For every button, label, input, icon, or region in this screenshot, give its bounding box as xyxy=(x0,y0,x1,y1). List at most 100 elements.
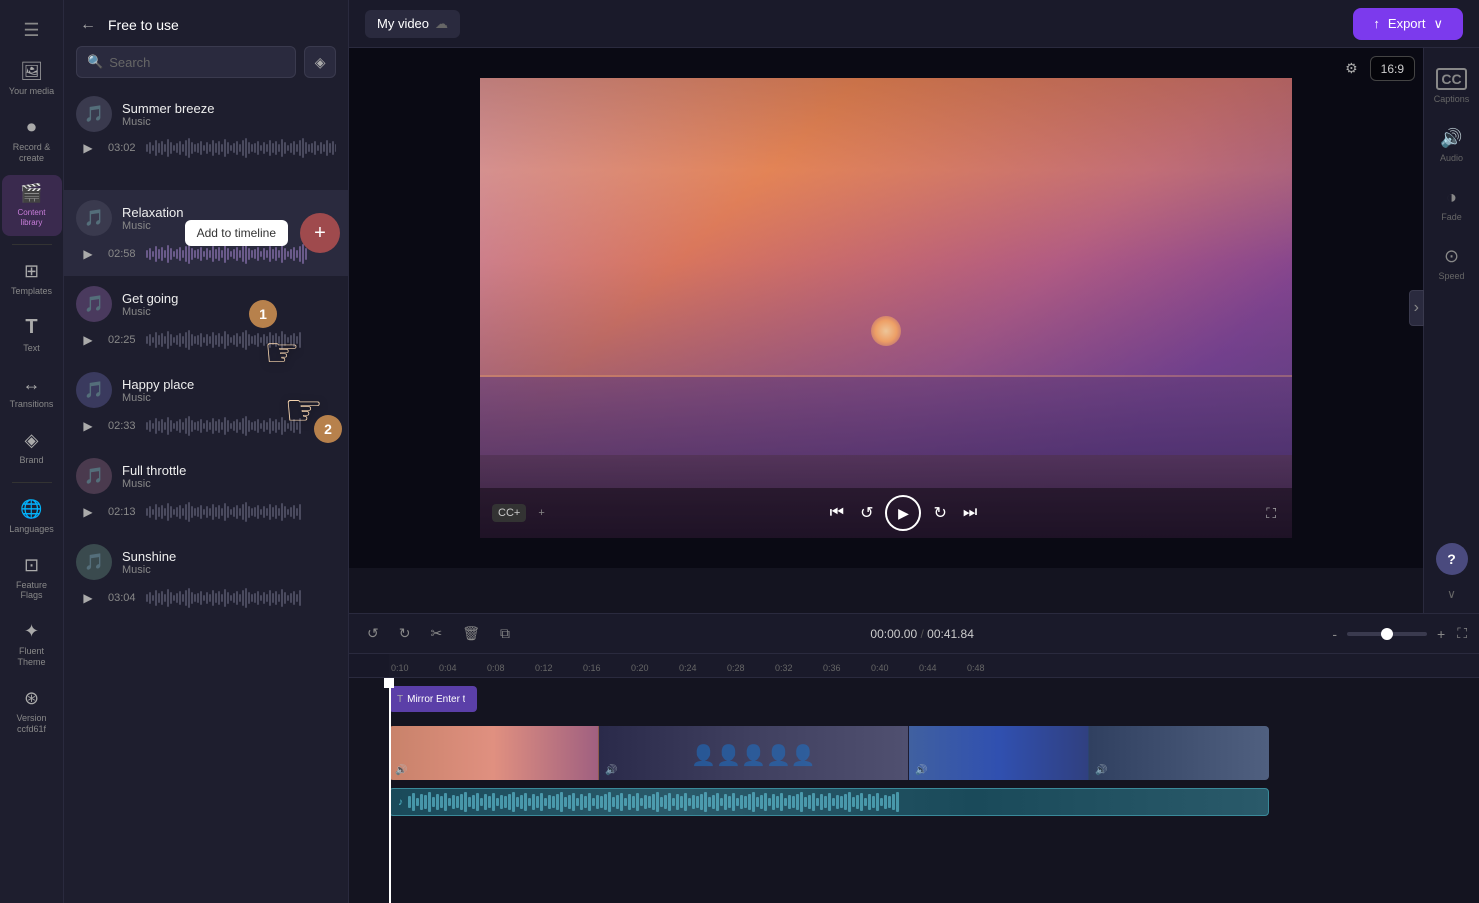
undo-button[interactable]: ↺ xyxy=(361,621,385,646)
captions-button[interactable]: CC+ xyxy=(492,504,526,522)
music-note-icon: 🎵 xyxy=(76,458,112,494)
ruler-mark: 0:28 xyxy=(725,663,773,673)
sidebar-item-your-media[interactable]: 🖼 Your media xyxy=(2,53,62,105)
sidebar-item-text[interactable]: T Text xyxy=(2,308,62,362)
sidebar-item-transitions[interactable]: ↔ Transitions xyxy=(2,366,62,418)
track-name: Relaxation xyxy=(122,205,336,220)
waveform-display xyxy=(146,414,336,438)
volume-icon: 🔊 xyxy=(915,765,927,776)
music-list: 🎵 Relaxation Music ▶ 02:58 Add to timeli… xyxy=(64,186,348,903)
expand-timeline-button[interactable]: ⛶ xyxy=(1457,625,1467,642)
sidebar-item-content-library[interactable]: 🎬 Content library xyxy=(2,175,62,235)
duplicate-button[interactable]: ⧉ xyxy=(494,621,516,646)
sidebar-item-label: Feature Flags xyxy=(6,580,58,602)
audio-icon: 🔊 xyxy=(1440,128,1462,149)
play-button[interactable]: ▶ xyxy=(76,328,100,352)
audio-track[interactable]: ♪ xyxy=(389,788,1269,816)
play-button[interactable]: ▶ xyxy=(76,136,100,160)
sidebar-item-label: Audio xyxy=(1440,153,1463,163)
cut-button[interactable]: ✂ xyxy=(424,621,448,646)
sidebar-item-label: Version ccfd61f xyxy=(6,713,58,735)
settings-button[interactable]: ⚙ xyxy=(1341,56,1362,81)
music-info: Sunshine Music xyxy=(122,549,336,576)
skip-back-button[interactable]: ⏮ xyxy=(826,500,848,526)
sidebar-item-feature-flags[interactable]: ⊡ Feature Flags xyxy=(2,547,62,610)
hamburger-menu[interactable]: ☰ xyxy=(0,8,63,49)
sidebar-item-captions[interactable]: CC Captions xyxy=(1426,60,1478,112)
play-button[interactable]: ▶ xyxy=(76,242,100,266)
list-item-get-going[interactable]: 🎵 Get going Music ▶ 02:25 xyxy=(64,276,348,362)
skip-forward-button[interactable]: ⏭ xyxy=(959,500,981,526)
text-clip-label: Mirror Enter t xyxy=(407,694,465,705)
video-track-row: 🔊 🔊 👤👤👤👤👤 🔊 xyxy=(389,722,1479,784)
waveform-display xyxy=(146,500,336,524)
ruler-marks-container: 0:10 0:04 0:08 0:12 0:16 0:20 0:24 0:28 … xyxy=(389,654,1479,677)
ruler-mark: 0:12 xyxy=(533,663,581,673)
sidebar-item-templates[interactable]: ⊞ Templates xyxy=(2,253,62,305)
add-circle-button[interactable]: + xyxy=(300,213,340,253)
tab-my-video[interactable]: My video ☁ xyxy=(365,10,460,38)
duration-display: 03:02 xyxy=(108,142,138,154)
duration-display: 02:13 xyxy=(108,506,138,518)
zoom-thumb xyxy=(1381,628,1393,640)
play-button[interactable]: ▶ xyxy=(76,500,100,524)
list-item-relaxation[interactable]: 🎵 Relaxation Music ▶ 02:58 Add to timeli… xyxy=(64,190,348,276)
sidebar-item-speed[interactable]: ⊙ Speed xyxy=(1426,238,1478,289)
play-button[interactable]: ▶ xyxy=(76,586,100,610)
panel-header: ← Free to use xyxy=(64,0,348,46)
duration-display: 02:33 xyxy=(108,420,138,432)
panel-back-button[interactable]: ← xyxy=(76,12,100,38)
track-name: Get going xyxy=(122,291,336,306)
ruler-mark: 0:48 xyxy=(965,663,1013,673)
sidebar-item-label: Transitions xyxy=(10,399,54,410)
fullscreen-button[interactable]: ⛶ xyxy=(1262,501,1280,526)
export-button[interactable]: ↑ Export ∨ xyxy=(1353,8,1463,40)
collapse-button[interactable]: ∨ xyxy=(1447,587,1456,601)
zoom-out-button[interactable]: - xyxy=(1328,624,1341,644)
aspect-ratio-button[interactable]: 16:9 xyxy=(1370,56,1415,81)
track-genre: Music xyxy=(122,392,336,404)
sidebar-item-brand[interactable]: ◈ Brand xyxy=(2,422,62,474)
music-note-icon: 🎵 xyxy=(76,200,112,236)
add-to-timeline-button[interactable]: Add to timeline xyxy=(185,220,288,246)
summer-breeze-partial: 🎵 Summer breeze Music xyxy=(76,96,214,132)
premium-filter-button[interactable]: ◈ xyxy=(304,46,336,78)
content-library-icon: 🎬 xyxy=(20,183,42,204)
sidebar-item-record-create[interactable]: ⏺ Record & create xyxy=(2,109,62,172)
forward-button[interactable]: ↻ xyxy=(929,499,950,527)
collapse-panel-button[interactable]: › xyxy=(1409,290,1424,326)
text-icon: T xyxy=(25,316,37,339)
sidebar-item-version[interactable]: ⊛ Version ccfd61f xyxy=(2,680,62,743)
ruler-mark: 0:40 xyxy=(869,663,917,673)
search-input[interactable] xyxy=(109,55,285,70)
ruler-mark: 0:08 xyxy=(485,663,533,673)
text-clip[interactable]: T Mirror Enter t xyxy=(389,686,477,712)
sidebar-item-label: Speed xyxy=(1438,271,1464,281)
video-track[interactable]: 🔊 🔊 👤👤👤👤👤 🔊 xyxy=(389,726,1269,780)
delete-button[interactable]: 🗑 xyxy=(456,621,486,646)
main-area: My video ☁ ↑ Export ∨ ⚙ 16:9 › xyxy=(349,0,1479,903)
zoom-slider[interactable] xyxy=(1347,632,1427,636)
music-item-top: 🎵 Happy place Music xyxy=(76,372,336,408)
redo-button[interactable]: ↻ xyxy=(393,621,417,646)
list-item-sunshine[interactable]: 🎵 Sunshine Music ▶ 03:04 xyxy=(64,534,348,620)
sidebar-item-languages[interactable]: 🌐 Languages xyxy=(2,491,62,543)
timeline-area: ↺ ↻ ✂ 🗑 ⧉ 00:00.00 / 00:41.84 - + ⛶ xyxy=(349,613,1479,903)
sidebar-item-fluent-theme[interactable]: ✦ Fluent Theme xyxy=(2,613,62,676)
audio-icon: ♪ xyxy=(398,797,403,808)
track-genre: Music xyxy=(122,306,336,318)
play-button[interactable]: ▶ xyxy=(76,414,100,438)
zoom-in-button[interactable]: + xyxy=(1433,624,1449,644)
sidebar-item-audio[interactable]: 🔊 Audio xyxy=(1426,120,1478,171)
list-item-happy-place[interactable]: 🎵 Happy place Music ▶ 02:33 xyxy=(64,362,348,448)
help-button[interactable]: ? xyxy=(1436,543,1468,575)
rewind-button[interactable]: ↺ xyxy=(856,499,877,527)
video-segment-3: 🔊 xyxy=(909,726,1089,780)
music-controls: ▶ 03:02 xyxy=(76,136,336,160)
media-icon: 🖼 xyxy=(20,61,43,82)
play-pause-button[interactable]: ▶ xyxy=(885,495,921,531)
list-item-full-throttle[interactable]: 🎵 Full throttle Music ▶ 02:13 xyxy=(64,448,348,534)
volume-icon: 🔊 xyxy=(1095,765,1107,776)
duration-display: 03:04 xyxy=(108,592,138,604)
sidebar-item-fade[interactable]: ◑ Fade xyxy=(1426,179,1478,230)
